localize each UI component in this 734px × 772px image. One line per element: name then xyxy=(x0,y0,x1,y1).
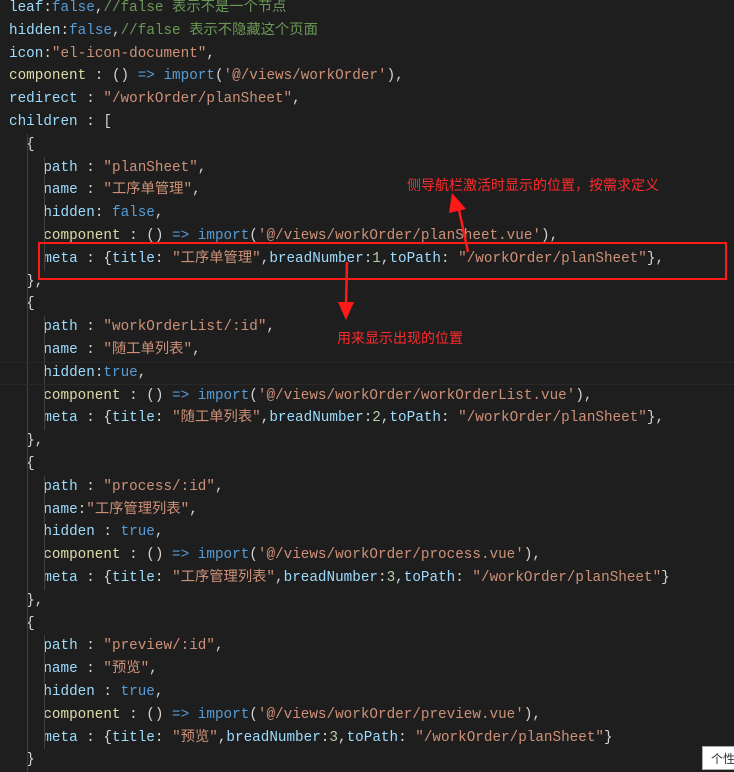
annotation-sidebar-position: 侧导航栏激活时显示的位置，按需求定义 xyxy=(407,178,659,194)
arrow-up-icon xyxy=(449,193,470,253)
annotation-arrows xyxy=(338,193,470,320)
arrow-down-icon xyxy=(338,261,354,320)
annotation-display-position: 用来显示出现的位置 xyxy=(337,331,463,347)
tooltip: 个性 xyxy=(702,746,734,770)
